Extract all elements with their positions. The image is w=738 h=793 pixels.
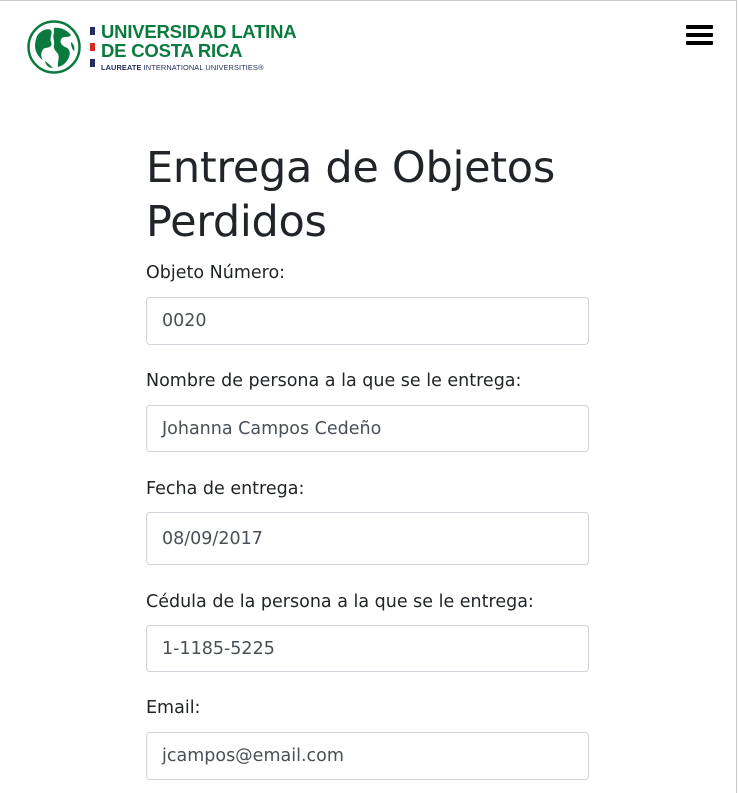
logo-laureate: LAUREATE [101, 62, 142, 72]
logo-line-3: LAUREATE INTERNATIONAL UNIVERSITIES® [101, 64, 296, 71]
nombre-input[interactable]: Johanna Campos Cedeño [146, 405, 589, 452]
objeto-numero-input[interactable]: 0020 [146, 297, 589, 345]
logo-wordmark: UNIVERSIDAD LATINA DE COSTA RICA LAUREAT… [101, 20, 297, 71]
page-frame: UNIVERSIDAD LATINA DE COSTA RICA LAUREAT… [0, 0, 737, 793]
nombre-label: Nombre de persona a la que se le entrega… [146, 371, 522, 391]
page-title: Entrega de Objetos Perdidos [146, 143, 555, 247]
fecha-input[interactable]: 08/09/2017 [146, 512, 589, 565]
globe-icon [27, 20, 81, 74]
flag-stripe [90, 27, 95, 67]
hamburger-icon[interactable] [686, 23, 714, 47]
university-logo[interactable]: UNIVERSIDAD LATINA DE COSTA RICA LAUREAT… [27, 20, 297, 74]
objeto-numero-label: Objeto Número: [146, 263, 286, 283]
logo-line-2: DE COSTA RICA [101, 40, 243, 62]
email-input[interactable]: jcampos@email.com [146, 732, 589, 780]
main-content: Entrega de Objetos Perdidos [146, 141, 589, 249]
cedula-input[interactable]: 1-1185-5225 [146, 625, 589, 672]
email-label: Email: [146, 698, 201, 718]
logo-network: INTERNATIONAL UNIVERSITIES® [141, 62, 264, 72]
site-header: UNIVERSIDAD LATINA DE COSTA RICA LAUREAT… [0, 1, 736, 91]
logo-line-1: UNIVERSIDAD LATINA [101, 20, 297, 42]
cedula-label: Cédula de la persona a la que se le entr… [146, 592, 534, 612]
fecha-label: Fecha de entrega: [146, 479, 305, 499]
